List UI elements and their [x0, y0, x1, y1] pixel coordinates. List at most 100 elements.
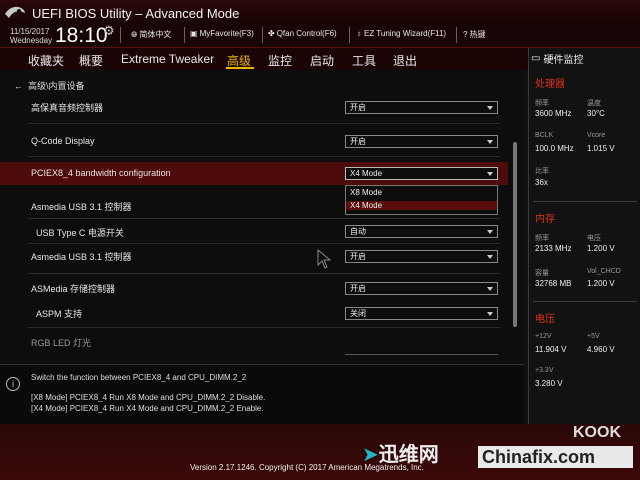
ratio-label: 比率 [535, 168, 549, 175]
scrollbar[interactable] [513, 142, 517, 327]
mouse-cursor-icon [317, 249, 331, 269]
divider [28, 156, 500, 157]
chevron-down-icon [487, 255, 493, 259]
language-button[interactable]: 🌐︎ 简体中文 [131, 29, 171, 40]
menu-tool[interactable]: 工具 [352, 52, 376, 69]
mem-freq-value: 2133 MHz [535, 244, 572, 253]
help-text: Switch the function between PCIEX8_4 and… [31, 373, 247, 382]
divider [28, 273, 500, 274]
chevron-down-icon [487, 230, 493, 234]
setting-label[interactable]: ASMedia 存储控制器 [31, 282, 115, 295]
memory-section-title: 内存 [535, 214, 555, 225]
setting-label[interactable]: USB Type C 电源开关 [36, 226, 124, 239]
separator [349, 27, 350, 43]
bclk-label: BCLK [535, 132, 554, 139]
mem-freq-label: 频率 [535, 235, 549, 242]
separator [456, 27, 457, 43]
bclk-value: 100.0 MHz [535, 144, 574, 153]
setting-label[interactable]: ASPM 支持 [36, 307, 82, 320]
setting-label[interactable]: Asmedia USB 3.1 控制器 [31, 200, 132, 213]
chevron-down-icon [487, 106, 493, 110]
setting-select[interactable]: 开启 [345, 135, 498, 148]
globe-icon: 🌐︎ [131, 29, 138, 39]
pciex8-bandwidth-select[interactable]: X4 Mode [345, 167, 498, 180]
chevron-down-icon [487, 172, 493, 176]
separator [262, 27, 263, 43]
voltage-section-title: 电压 [535, 314, 555, 325]
chevron-down-icon [487, 312, 493, 316]
menu-exit[interactable]: 退出 [393, 52, 417, 69]
dropdown-option[interactable]: X8 Mode [350, 188, 382, 197]
vol-chcd-value: 1.200 V [587, 279, 615, 288]
info-icon: i [6, 377, 20, 391]
myfavorite-button[interactable]: ▣ MyFavorite(F3) [190, 29, 254, 38]
v33-label: +3.3V [535, 367, 554, 374]
chinafix-watermark: Chinafix.com [478, 446, 633, 468]
menu-extreme-tweaker[interactable]: Extreme Tweaker [121, 52, 214, 66]
cpu-section-title: 处理器 [535, 79, 565, 90]
menu-boot[interactable]: 启动 [310, 52, 334, 69]
divider [28, 327, 500, 328]
mem-volt-label: 电压 [587, 235, 601, 242]
date-display: 11/15/2017 Wednesday [10, 27, 53, 45]
divider [28, 243, 500, 244]
back-arrow-icon[interactable]: ← [14, 81, 23, 91]
help-icon: ? [463, 30, 468, 39]
setting-select[interactable]: 自动 [345, 225, 498, 238]
v5-label: +5V [587, 333, 600, 340]
xunwei-watermark: ➤迅维网 [362, 444, 439, 466]
dropdown-option-selected[interactable]: X4 Mode [346, 201, 497, 210]
setting-label[interactable]: RGB LED 灯光 [31, 336, 91, 349]
v12-value: 11.904 V [535, 345, 567, 354]
favorite-icon: ▣ [190, 29, 198, 38]
monitor-icon: ▭ [531, 53, 541, 64]
qfan-control-button[interactable]: ✤ Qfan Control(F6) [268, 29, 337, 38]
setting-select[interactable]: 开启 [345, 250, 498, 263]
info-bar: 11/15/2017 Wednesday 18:10 ⚙ 🌐︎ 简体中文 ▣ M… [0, 23, 640, 48]
hardware-monitor-title: ▭ 硬件监控 [531, 53, 584, 66]
help-panel: i Switch the function between PCIEX8_4 a… [0, 364, 524, 425]
cpu-freq-label: 频率 [535, 100, 549, 107]
mem-capacity-value: 32768 MB [535, 279, 572, 288]
gear-icon[interactable]: ⚙ [103, 23, 115, 39]
arrow-logo-icon: ➤ [362, 444, 379, 466]
active-tab-indicator [226, 67, 254, 69]
divider [533, 201, 637, 202]
menu-main[interactable]: 概要 [79, 52, 103, 69]
hotkey-button[interactable]: ? 热键 [463, 29, 485, 40]
setting-label[interactable]: Asmedia USB 3.1 控制器 [31, 250, 132, 263]
divider [28, 123, 500, 124]
menu-favorites[interactable]: 收藏夹 [28, 52, 64, 69]
setting-label[interactable]: Q-Code Display [31, 136, 95, 146]
setting-select[interactable]: 关闭 [345, 307, 498, 320]
setting-label[interactable]: PCIEX8_4 bandwidth configuration [31, 168, 171, 178]
divider [28, 218, 500, 219]
chevron-down-icon [487, 140, 493, 144]
breadcrumb[interactable]: ← 高级\内置设备 [14, 79, 85, 92]
setting-label[interactable]: 高保真音频控制器 [31, 101, 103, 114]
divider [345, 354, 498, 355]
setting-select[interactable]: 开启 [345, 282, 498, 295]
ez-tuning-wizard-button[interactable]: ♁ EZ Tuning Wizard(F11) [356, 29, 446, 38]
divider [533, 301, 637, 302]
rog-logo-icon [5, 6, 25, 18]
bandwidth-dropdown: X8 Mode X4 Mode [345, 185, 498, 215]
fan-icon: ✤ [268, 29, 275, 38]
kook-watermark: KOOK [573, 424, 621, 441]
help-text: [X4 Mode] PCIEX8_4 Run X4 Mode and CPU_D… [31, 404, 264, 413]
separator [184, 27, 185, 43]
menu-monitor[interactable]: 监控 [268, 52, 292, 69]
cpu-temp-label: 温度 [587, 100, 601, 107]
ratio-value: 36x [535, 178, 548, 187]
settings-panel: ← 高级\内置设备 高保真音频控制器 开启 Q-Code Display 开启 … [0, 70, 524, 364]
setting-select[interactable]: 开启 [345, 101, 498, 114]
help-text: [X8 Mode] PCIEX8_4 Run X8 Mode and CPU_D… [31, 393, 266, 402]
v12-label: +12V [535, 333, 552, 340]
hardware-monitor-panel: ▭ 硬件监控 处理器 频率 温度 3600 MHz 30°C BCLK Vcor… [528, 48, 640, 424]
v33-value: 3.280 V [535, 379, 563, 388]
mem-capacity-label: 容量 [535, 270, 549, 277]
cpu-temp-value: 30°C [587, 109, 605, 118]
cpu-freq-value: 3600 MHz [535, 109, 572, 118]
chevron-down-icon [487, 287, 493, 291]
mem-volt-value: 1.200 V [587, 244, 615, 253]
